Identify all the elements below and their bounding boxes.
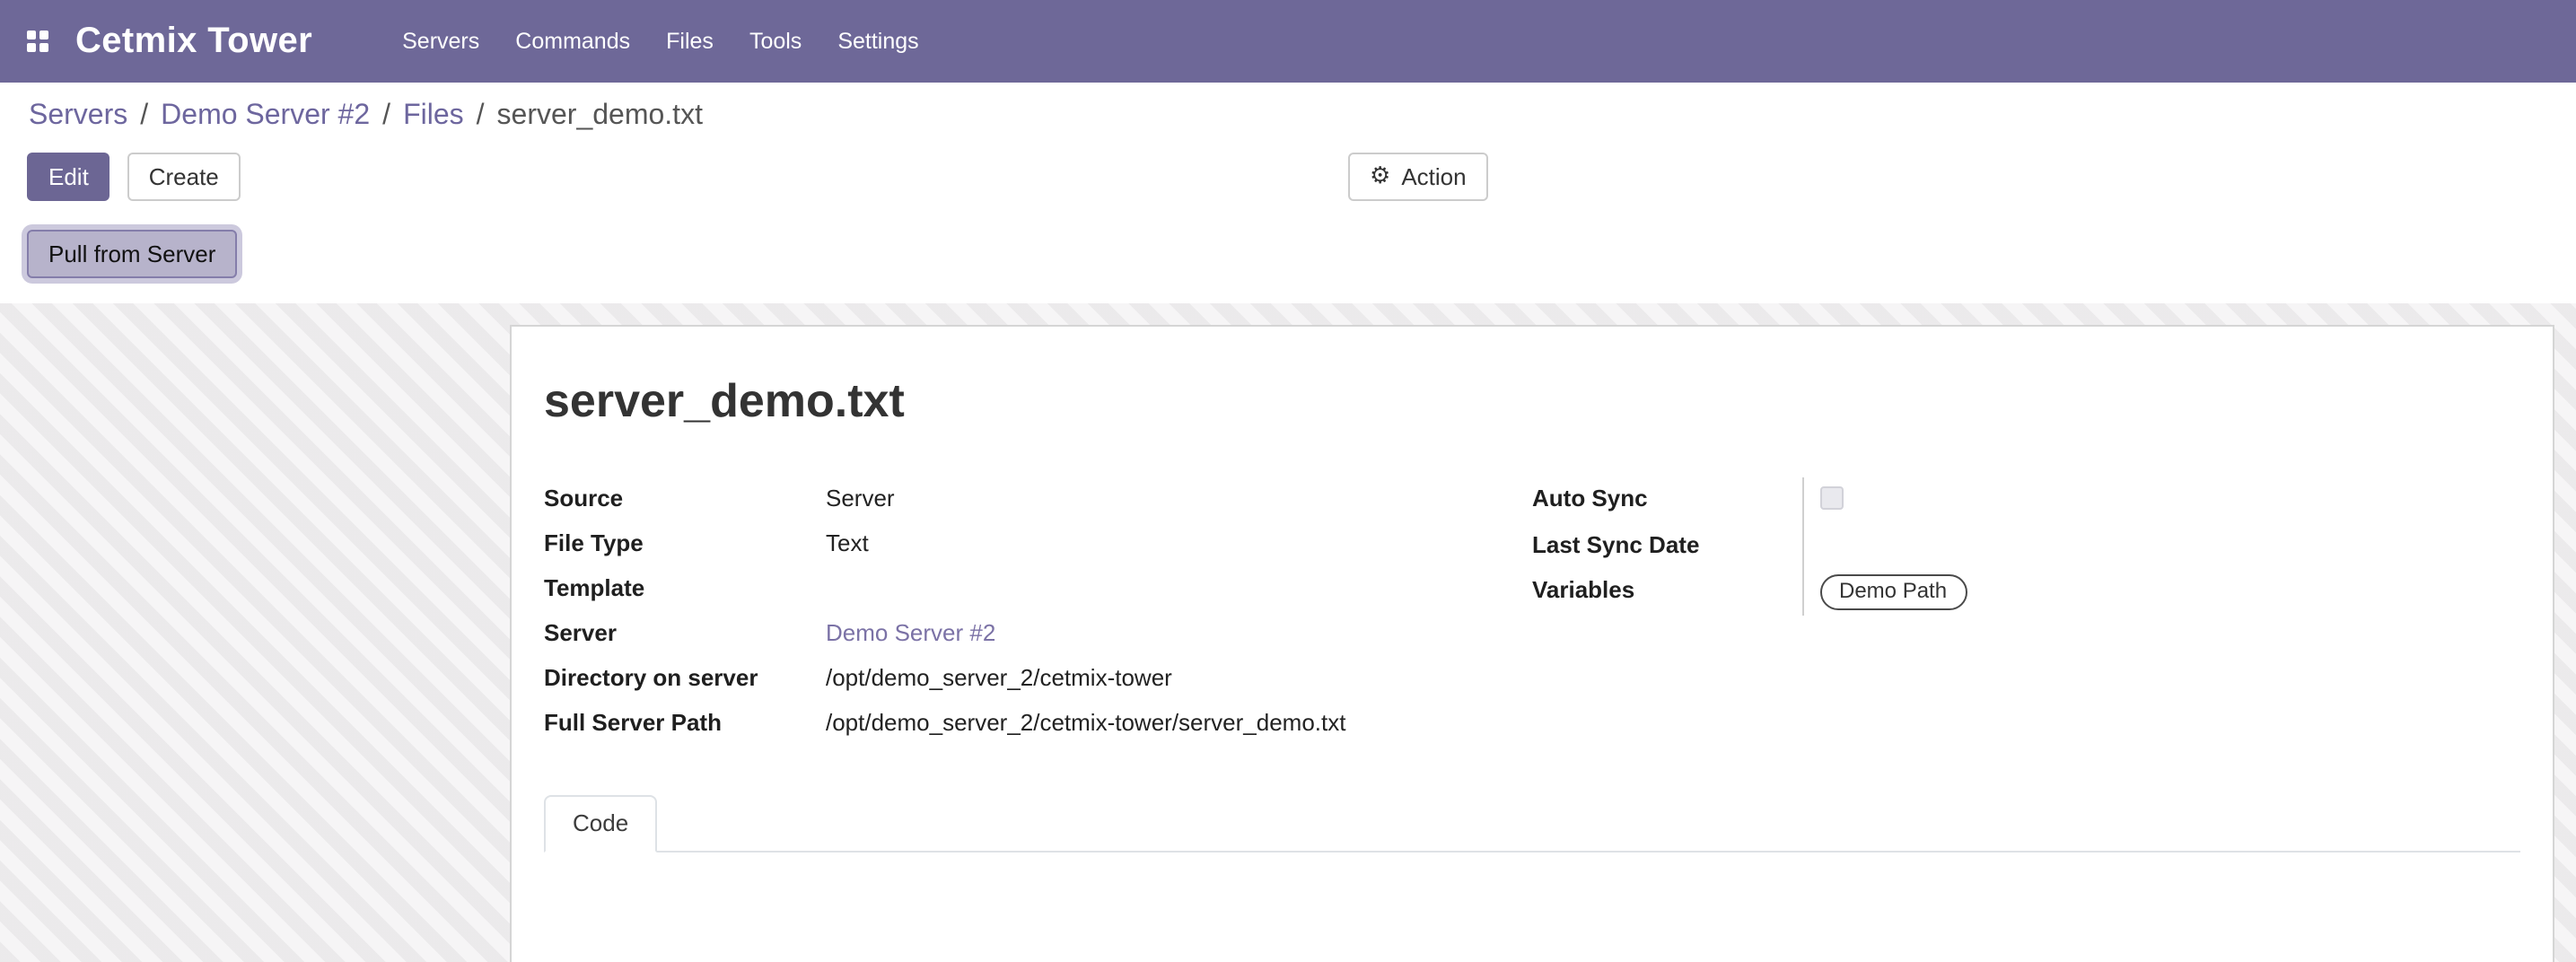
breadcrumb-files[interactable]: Files (403, 101, 464, 131)
tab-code[interactable]: Code (544, 795, 657, 853)
auto-sync-checkbox[interactable] (1819, 486, 1843, 510)
app-window: Cetmix Tower Servers Commands Files Tool… (0, 0, 2576, 962)
create-button[interactable]: Create (127, 153, 241, 201)
top-navbar: Cetmix Tower Servers Commands Files Tool… (0, 0, 2576, 83)
field-label-auto-sync: Auto Sync (1532, 477, 1801, 520)
form-sheet: server_demo.txt Source Server File Type … (510, 325, 2554, 962)
menu-item-settings[interactable]: Settings (819, 0, 936, 83)
breadcrumb-separator: / (382, 101, 390, 131)
pull-row: Pull from Server (27, 230, 2547, 278)
notebook: Code (544, 793, 2520, 960)
field-row-last-sync: Last Sync Date (1532, 524, 2520, 569)
content-area: server_demo.txt Source Server File Type … (0, 303, 2576, 962)
field-row-directory: Directory on server /opt/demo_server_2/c… (544, 657, 1532, 702)
field-groups: Source Server File Type Text Template Se… (544, 477, 2520, 747)
pull-from-server-button[interactable]: Pull from Server (27, 230, 237, 278)
field-row-server: Server Demo Server #2 (544, 612, 1532, 657)
server-record-link[interactable]: Demo Server #2 (826, 619, 995, 646)
field-group-right: Auto Sync Last Sync Date Variables Demo … (1532, 477, 2520, 747)
field-value-file-type: Text (826, 522, 869, 565)
field-row-auto-sync: Auto Sync (1532, 477, 2520, 524)
field-row-template: Template (544, 567, 1532, 612)
breadcrumb-separator: / (477, 101, 485, 131)
breadcrumb-current: server_demo.txt (497, 101, 703, 131)
field-row-full-path: Full Server Path /opt/demo_server_2/cetm… (544, 702, 1532, 747)
field-label-file-type: File Type (544, 522, 826, 565)
field-label-last-sync: Last Sync Date (1532, 524, 1801, 567)
menu-item-tools[interactable]: Tools (732, 0, 819, 83)
record-title: server_demo.txt (544, 373, 2520, 427)
button-row: Edit Create ⚙ Action (27, 153, 2547, 201)
field-value-source: Server (826, 477, 895, 520)
field-value-server: Demo Server #2 (826, 612, 995, 655)
field-value-last-sync (1801, 524, 2520, 569)
field-label-directory: Directory on server (544, 657, 826, 700)
variable-tag: Demo Path (1819, 574, 1967, 610)
main-menu: Servers Commands Files Tools Settings (384, 0, 937, 83)
field-value-directory: /opt/demo_server_2/cetmix-tower (826, 657, 1172, 700)
breadcrumb-demo-server[interactable]: Demo Server #2 (161, 101, 370, 131)
action-button[interactable]: ⚙ Action (1348, 153, 1488, 201)
field-label-full-path: Full Server Path (544, 702, 826, 745)
field-row-variables: Variables Demo Path (1532, 569, 2520, 616)
field-label-template: Template (544, 567, 826, 610)
field-group-left: Source Server File Type Text Template Se… (544, 477, 1532, 747)
apps-menu-button[interactable] (27, 0, 48, 83)
apps-grid-icon (27, 31, 48, 52)
action-menu: ⚙ Action (1348, 153, 1488, 201)
field-label-source: Source (544, 477, 826, 520)
breadcrumb-separator: / (140, 101, 148, 131)
field-row-file-type: File Type Text (544, 522, 1532, 567)
field-label-variables: Variables (1532, 569, 1801, 612)
field-value-variables: Demo Path (1801, 569, 2520, 616)
breadcrumb-servers[interactable]: Servers (29, 101, 127, 131)
field-value-auto-sync (1801, 477, 2520, 524)
action-button-label: Action (1401, 165, 1466, 188)
app-title: Cetmix Tower (75, 21, 312, 62)
menu-item-files[interactable]: Files (648, 0, 732, 83)
notebook-tabs: Code (544, 793, 2520, 853)
menu-item-commands[interactable]: Commands (497, 0, 648, 83)
field-value-full-path: /opt/demo_server_2/cetmix-tower/server_d… (826, 702, 1345, 745)
menu-item-servers[interactable]: Servers (384, 0, 497, 83)
field-label-server: Server (544, 612, 826, 655)
control-panel: Servers / Demo Server #2 / Files / server_demo… (0, 83, 2576, 303)
field-row-source: Source Server (544, 477, 1532, 522)
gear-icon: ⚙ (1370, 165, 1390, 188)
tab-code-content (544, 853, 2520, 960)
edit-button[interactable]: Edit (27, 153, 110, 201)
breadcrumb: Servers / Demo Server #2 / Files / server_demo… (27, 97, 2547, 149)
